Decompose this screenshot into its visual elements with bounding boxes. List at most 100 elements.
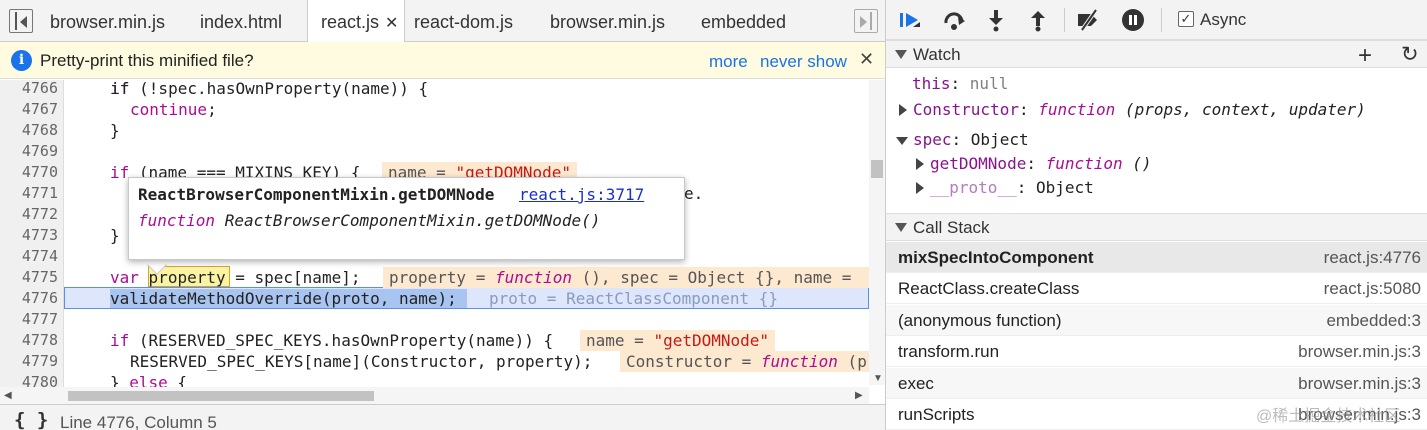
debugger-sidebar: ✓ Async Watch + ↻ this: null Constructor… <box>885 0 1427 430</box>
call-frame[interactable]: (anonymous function) embedded:3 <box>886 305 1427 336</box>
watch-property-proto[interactable]: __proto__: Object <box>930 177 1094 199</box>
never-show-link[interactable]: never show <box>760 52 847 72</box>
close-tab-icon[interactable]: ✕ <box>385 15 398 32</box>
inline-value: Constructor = function (p <box>620 351 869 372</box>
watch-property-getdomnode[interactable]: getDOMNode: function () <box>930 153 1152 175</box>
step-into-icon[interactable] <box>984 8 1008 32</box>
line-number-gutter[interactable]: 4766 4767 4768 4769 4770 4771 4772 4773 … <box>0 80 64 400</box>
step-out-icon[interactable] <box>1026 8 1050 32</box>
tab-react-dom-js[interactable]: react-dom.js <box>400 0 513 42</box>
deactivate-breakpoints-icon[interactable] <box>1076 8 1100 32</box>
call-frame-function: transform.run <box>898 342 1000 361</box>
vertical-scroll-thumb[interactable] <box>871 160 883 178</box>
inline-value: name = "getDOMNode" <box>580 330 776 351</box>
popover-source-link[interactable]: react.js:3717 <box>519 185 644 204</box>
pause-on-exceptions-icon[interactable] <box>1121 8 1145 32</box>
tab-index-html[interactable]: index.html <box>186 0 282 42</box>
call-frame-location[interactable]: react.js:4776 <box>1324 248 1421 268</box>
call-frame[interactable]: mixSpecIntoComponent react.js:4776 <box>886 242 1427 273</box>
tab-embedded[interactable]: embedded <box>687 0 786 42</box>
line-number[interactable]: 4771 <box>0 183 58 204</box>
tab-label: react-dom.js <box>414 12 514 32</box>
watermark: @稀土掘金技术社区 <box>1256 408 1401 425</box>
watch-item-spec[interactable]: spec: Object <box>913 129 1029 151</box>
line-number[interactable]: 4773 <box>0 225 58 246</box>
line-number[interactable]: 4772 <box>0 204 58 225</box>
call-frame-location[interactable]: react.js:5080 <box>1324 279 1421 299</box>
resume-icon[interactable] <box>898 8 922 32</box>
line-number[interactable]: 4766 <box>0 80 58 99</box>
toolbar-separator <box>1064 8 1065 32</box>
vertical-scrollbar[interactable] <box>869 80 885 385</box>
code-line[interactable]: RESERVED_SPEC_KEYS[name](Constructor, pr… <box>130 351 592 372</box>
code-line[interactable]: ifif (!spec.hasOwnProperty(name)) { <box>110 80 428 99</box>
more-link[interactable]: more <box>709 52 748 72</box>
tab-label: embedded <box>701 12 787 32</box>
code-line[interactable]: if (RESERVED_SPEC_KEYS.hasOwnProperty(na… <box>110 330 553 351</box>
tab-browser-min-js[interactable]: browser.min.js <box>36 0 165 42</box>
inline-value: proto = ReactClassComponent {} <box>489 289 778 308</box>
scroll-left-arrow-icon[interactable]: ◀ <box>4 390 12 401</box>
tab-label: browser.min.js <box>50 12 166 32</box>
tab-react-js[interactable]: react.js ✕ <box>307 0 405 43</box>
call-stack-section-header[interactable]: Call Stack <box>886 213 1427 241</box>
line-number[interactable]: 4774 <box>0 246 58 267</box>
collapse-triangle-icon[interactable] <box>895 223 907 232</box>
async-checkbox[interactable]: ✓ <box>1178 11 1194 27</box>
line-number[interactable]: 4778 <box>0 330 58 351</box>
call-frame-function: exec <box>898 374 934 393</box>
call-frame[interactable]: transform.run browser.min.js:3 <box>886 336 1427 367</box>
call-frame-location[interactable]: embedded:3 <box>1326 311 1421 331</box>
line-number[interactable]: 4768 <box>0 120 58 141</box>
popover-function-name: ReactBrowserComponentMixin.getDOMNode <box>138 185 495 204</box>
expand-triangle-icon[interactable] <box>899 104 907 116</box>
call-frame-function: (anonymous function) <box>898 311 1062 330</box>
close-infobar-icon[interactable]: ✕ <box>859 49 874 70</box>
call-frame-function: mixSpecIntoComponent <box>898 248 1094 267</box>
line-number[interactable]: 4779 <box>0 351 58 372</box>
status-bar: { } Line 4776, Column 5 <box>0 404 885 430</box>
tab-label: index.html <box>200 12 283 32</box>
call-frame-location[interactable]: browser.min.js:3 <box>1298 374 1421 394</box>
call-frame-location[interactable]: browser.min.js:3 <box>1298 342 1421 362</box>
line-number[interactable]: 4776 <box>0 288 58 309</box>
watch-item-this[interactable]: this: null <box>912 73 1008 95</box>
code-line[interactable]: } <box>110 120 120 141</box>
pretty-print-icon[interactable]: { } <box>14 409 48 430</box>
call-frame[interactable]: exec browser.min.js:3 <box>886 368 1427 399</box>
watch-item-constructor[interactable]: Constructor: function (props, context, u… <box>913 99 1366 121</box>
pretty-print-infobar: i Pretty-print this minified file? more … <box>0 42 885 79</box>
watch-section-header[interactable]: Watch + ↻ <box>886 40 1427 70</box>
code-line[interactable]: validateMethodOverride(proto, name); <box>110 288 457 309</box>
line-number[interactable]: 4777 <box>0 309 58 330</box>
toggle-debugger-icon[interactable] <box>854 9 878 33</box>
cursor-position: Line 4776, Column 5 <box>60 413 217 430</box>
scroll-right-arrow-icon[interactable]: ▶ <box>855 390 863 401</box>
source-pane: browser.min.js index.html react.js ✕ reac… <box>0 0 885 430</box>
line-number[interactable]: 4775 <box>0 267 58 288</box>
refresh-watch-icon[interactable]: ↻ <box>1401 42 1419 67</box>
call-frame[interactable]: ReactClass.createClass react.js:5080 <box>886 273 1427 304</box>
expand-triangle-icon[interactable] <box>916 158 924 170</box>
code-line[interactable]: continue; <box>130 99 217 120</box>
line-number[interactable]: 4767 <box>0 99 58 120</box>
file-tab-bar: browser.min.js index.html react.js ✕ reac… <box>0 0 885 43</box>
code-line[interactable]: e. <box>684 183 703 204</box>
horizontal-scroll-thumb[interactable] <box>68 391 374 401</box>
watch-title: Watch <box>913 45 961 64</box>
debugger-toolbar: ✓ Async <box>886 0 1427 40</box>
step-over-icon[interactable] <box>942 8 966 32</box>
collapse-triangle-icon[interactable] <box>896 137 908 145</box>
line-number[interactable]: 4770 <box>0 162 58 183</box>
tab-browser-min-js-2[interactable]: browser.min.js <box>536 0 665 42</box>
tab-label: react.js <box>321 12 380 32</box>
line-number[interactable]: 4769 <box>0 141 58 162</box>
add-watch-icon[interactable]: + <box>1358 42 1372 70</box>
function-popover: ReactBrowserComponentMixin.getDOMNode re… <box>128 177 685 260</box>
expand-triangle-icon[interactable] <box>916 182 924 194</box>
scroll-down-arrow-icon[interactable]: ▼ <box>873 373 883 384</box>
code-line[interactable]: } <box>110 225 120 246</box>
code-line[interactable]: var property = spec[name]; <box>110 267 360 288</box>
toggle-navigator-icon[interactable] <box>9 9 33 33</box>
collapse-triangle-icon[interactable] <box>895 50 907 59</box>
